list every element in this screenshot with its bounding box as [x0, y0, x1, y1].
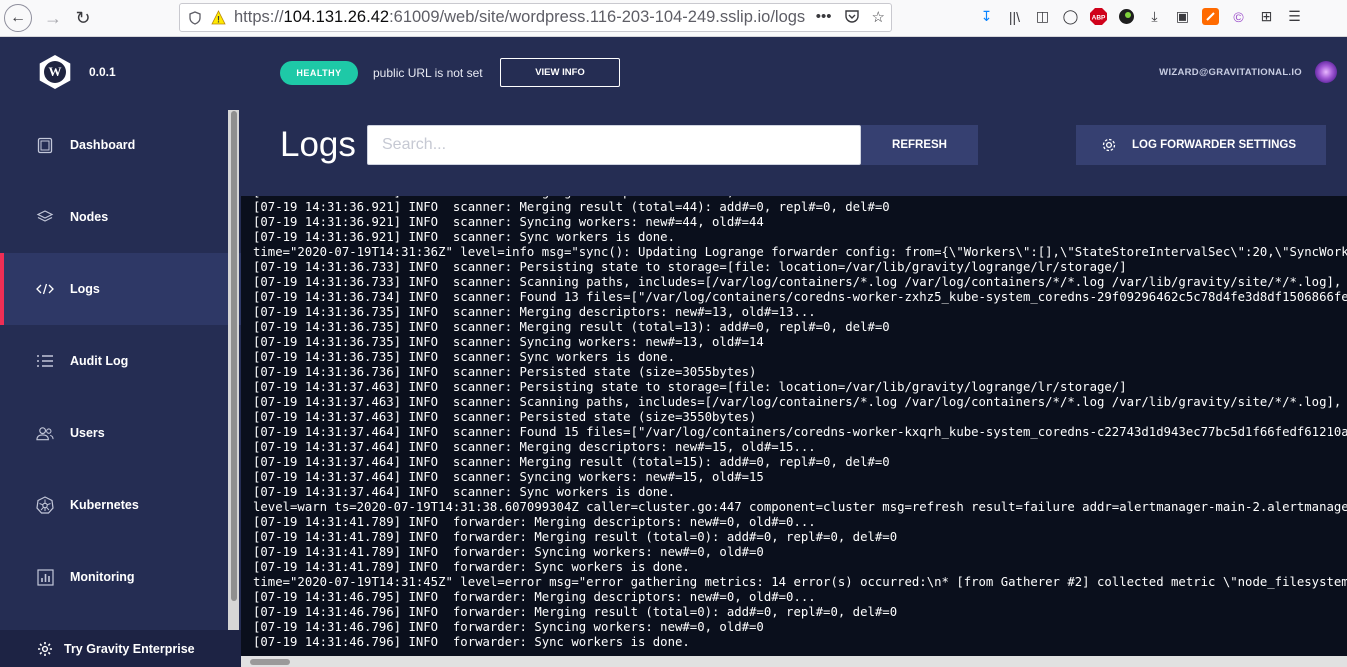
- user-email-menu[interactable]: WIZARD@GRAVITATIONAL.IO: [1159, 67, 1302, 78]
- page-title: Logs: [280, 125, 356, 164]
- copyright-extension-icon[interactable]: ©: [1228, 6, 1249, 27]
- bar-chart-icon: [36, 568, 54, 586]
- bookmark-star-icon[interactable]: ☆: [872, 8, 885, 26]
- log-line: [07-19 14:31:41.789] INFO forwarder: Mer…: [253, 515, 816, 529]
- pocket-icon[interactable]: [844, 8, 860, 24]
- reload-icon[interactable]: ↻: [68, 3, 98, 33]
- code-icon: [36, 280, 54, 298]
- sidebar-item-monitoring[interactable]: Monitoring: [0, 541, 241, 613]
- log-horizontal-scrollbar[interactable]: [241, 656, 1347, 667]
- crop-icon[interactable]: ⊞: [1256, 6, 1277, 27]
- log-line: [07-19 14:31:37.464] INFO scanner: Mergi…: [253, 440, 816, 454]
- account-icon[interactable]: ◯: [1060, 6, 1081, 27]
- log-line: [07-19 14:31:46.796] INFO forwarder: Mer…: [253, 605, 898, 619]
- dark-reader-icon[interactable]: [1116, 6, 1137, 27]
- log-line: [07-19 14:31:37.464] INFO scanner: Synci…: [253, 470, 764, 484]
- log-line: [07-19 14:31:36.921] INFO scanner: Sync …: [253, 230, 675, 244]
- log-line: [07-19 14:31:36.733] INFO scanner: Scann…: [253, 275, 1347, 289]
- browser-toolbar: ← → ↻ ! https://104.131.26.42:61009/web/…: [0, 0, 1347, 37]
- dashboard-icon: [36, 136, 54, 154]
- log-line: time="2020-07-19T14:31:36Z" level=info m…: [253, 245, 1347, 259]
- log-line: [07-19 14:31:36.735] INFO scanner: Synci…: [253, 335, 764, 349]
- menu-icon[interactable]: ☰: [1284, 6, 1305, 27]
- health-status-badge: HEALTHY: [280, 61, 358, 85]
- brand[interactable]: W 0.0.1: [38, 55, 116, 89]
- log-line: [07-19 14:31:37.463] INFO scanner: Persi…: [253, 410, 757, 424]
- sidebar-item-audit-log[interactable]: Audit Log: [0, 325, 241, 397]
- address-bar[interactable]: ! https://104.131.26.42:61009/web/site/w…: [179, 3, 892, 32]
- library-icon[interactable]: ||\: [1004, 6, 1025, 27]
- log-line: [07-19 14:31:46.796] INFO forwarder: Syn…: [253, 620, 764, 634]
- log-line: [07-19 14:31:37.463] INFO scanner: Scann…: [253, 395, 1347, 409]
- page-actions-icon[interactable]: •••: [816, 8, 832, 26]
- refresh-button[interactable]: REFRESH: [861, 125, 978, 165]
- log-line: [07-19 14:31:41.789] INFO forwarder: Syn…: [253, 545, 764, 559]
- back-arrow-icon[interactable]: ←: [4, 4, 32, 32]
- sidebar-item-logs[interactable]: Logs: [0, 253, 241, 325]
- sidebar-item-kubernetes[interactable]: Kubernetes: [0, 469, 241, 541]
- search-input[interactable]: [367, 125, 861, 165]
- log-line: [07-19 14:31:46.795] INFO forwarder: Mer…: [253, 590, 816, 604]
- shield-icon: [189, 10, 201, 25]
- wordpress-logo-icon: W: [39, 55, 71, 89]
- log-line: [07-19 14:31:36.734] INFO scanner: Found…: [253, 290, 1347, 304]
- log-line: [07-19 14:31:37.464] INFO scanner: Mergi…: [253, 455, 890, 469]
- sidebar-item-dashboard[interactable]: Dashboard: [0, 109, 241, 181]
- log-viewer[interactable]: [07-19 14:31:36.921] INFO scanner: Mergi…: [241, 196, 1347, 667]
- adblock-icon[interactable]: ABP: [1088, 6, 1109, 27]
- sidebar-item-nodes[interactable]: Nodes: [0, 181, 241, 253]
- download-manager-icon[interactable]: ⤓: [1144, 6, 1165, 27]
- user-avatar[interactable]: [1315, 61, 1337, 83]
- log-line: [07-19 14:31:37.463] INFO scanner: Persi…: [253, 380, 1127, 394]
- svg-text:!: !: [217, 15, 220, 25]
- log-line: [07-19 14:31:41.789] INFO forwarder: Mer…: [253, 530, 898, 544]
- download-icon[interactable]: ↧: [976, 6, 997, 27]
- gear-icon: [36, 640, 54, 658]
- log-horizontal-scrollbar-thumb[interactable]: [250, 659, 290, 665]
- log-line: level=warn ts=2020-07-19T14:31:38.607099…: [253, 500, 1347, 514]
- sidebar-toggle-icon[interactable]: ◫: [1032, 6, 1053, 27]
- sidebar-item-users[interactable]: Users: [0, 397, 241, 469]
- layers-icon: [36, 208, 54, 226]
- try-enterprise-link[interactable]: Try Gravity Enterprise: [0, 630, 241, 667]
- screenshot-icon[interactable]: ▣: [1172, 6, 1193, 27]
- svg-text:ABP: ABP: [1092, 15, 1106, 22]
- insecure-lock-icon[interactable]: !: [211, 10, 226, 25]
- page-header: HEALTHY public URL is not set VIEW INFO …: [241, 37, 1347, 196]
- url-text: https://104.131.26.42:61009/web/site/wor…: [234, 8, 806, 26]
- log-line: [07-19 14:31:36.735] INFO scanner: Mergi…: [253, 305, 816, 319]
- forward-arrow-icon[interactable]: →: [38, 3, 68, 33]
- log-line: [07-19 14:31:36.733] INFO scanner: Persi…: [253, 260, 1127, 274]
- log-line: [07-19 14:31:37.464] INFO scanner: Sync …: [253, 485, 675, 499]
- link-extension-icon[interactable]: [1200, 6, 1221, 27]
- log-line: [07-19 14:31:36.735] INFO scanner: Mergi…: [253, 320, 890, 334]
- kubernetes-icon: [36, 496, 54, 514]
- log-line: [07-19 14:31:37.464] INFO scanner: Found…: [253, 425, 1347, 439]
- gear-icon: [1100, 136, 1118, 154]
- app-version: 0.0.1: [89, 65, 116, 79]
- log-line: time="2020-07-19T14:31:45Z" level=error …: [253, 575, 1347, 589]
- log-line: [07-19 14:31:36.735] INFO scanner: Sync …: [253, 350, 675, 364]
- log-lines: [07-19 14:31:36.921] INFO scanner: Mergi…: [253, 196, 1347, 650]
- view-info-button[interactable]: VIEW INFO: [500, 58, 620, 87]
- sidebar-scrollbar-thumb[interactable]: [231, 111, 237, 601]
- log-line: [07-19 14:31:36.921] INFO scanner: Mergi…: [253, 200, 890, 214]
- log-line: [07-19 14:31:46.796] INFO forwarder: Syn…: [253, 635, 690, 649]
- log-forwarder-settings-button[interactable]: LOG FORWARDER SETTINGS: [1076, 125, 1326, 165]
- log-line: [07-19 14:31:41.789] INFO forwarder: Syn…: [253, 560, 690, 574]
- log-line: [07-19 14:31:36.921] INFO scanner: Synci…: [253, 215, 764, 229]
- list-icon: [36, 352, 54, 370]
- users-icon: [36, 424, 54, 442]
- log-line: [07-19 14:31:36.736] INFO scanner: Persi…: [253, 365, 757, 379]
- sidebar: W 0.0.1 Dashboard Nodes Logs Audit Log U…: [0, 37, 241, 667]
- public-url-status: public URL is not set: [373, 66, 483, 80]
